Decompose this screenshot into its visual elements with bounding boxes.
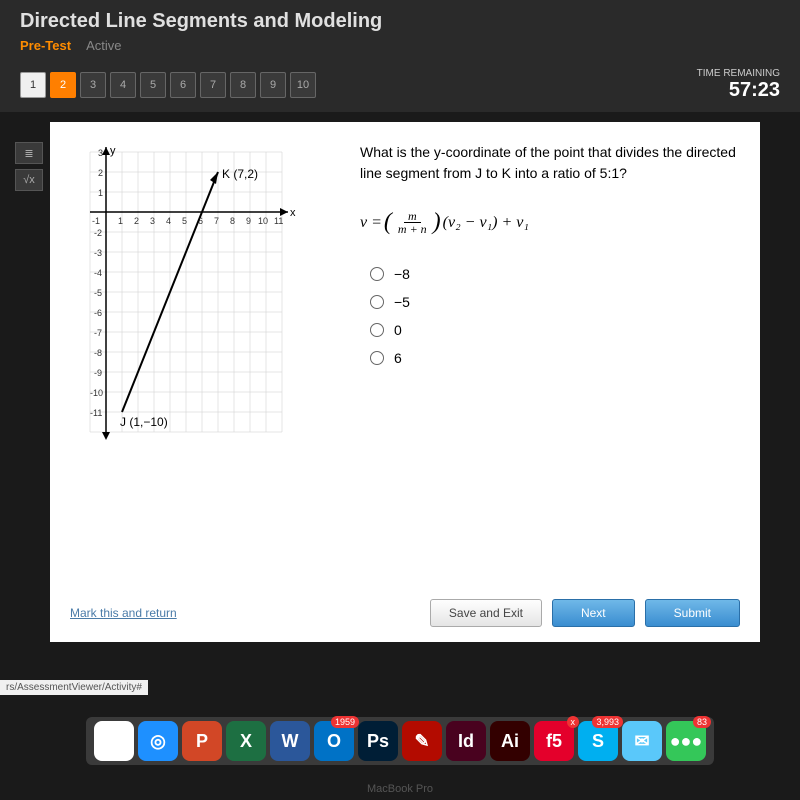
dock-icon-mail[interactable]: ✉ (622, 721, 662, 761)
badge: 3,993 (592, 716, 623, 728)
svg-text:4: 4 (166, 216, 171, 226)
question-nav: 1 2 3 4 5 6 7 8 9 10 (20, 72, 316, 98)
dock-icon-excel[interactable]: X (226, 721, 266, 761)
save-exit-button[interactable]: Save and Exit (430, 599, 542, 627)
option-a[interactable]: −8 (370, 266, 740, 282)
svg-text:-10: -10 (90, 388, 103, 398)
svg-text:-2: -2 (94, 228, 102, 238)
dock-icon-indesign[interactable]: Id (446, 721, 486, 761)
svg-text:2: 2 (134, 216, 139, 226)
svg-text:-9: -9 (94, 368, 102, 378)
option-b[interactable]: −5 (370, 294, 740, 310)
svg-text:-7: -7 (94, 328, 102, 338)
dock-icon-safari[interactable]: ◎ (138, 721, 178, 761)
option-text: 6 (394, 350, 402, 366)
formula-rest: (v₂ − v₁) + v₁ (443, 214, 529, 232)
time-value: 57:23 (697, 79, 780, 102)
answer-options: −8 −5 0 6 (370, 266, 740, 366)
svg-text:-8: -8 (94, 348, 102, 358)
qnum-3[interactable]: 3 (80, 72, 106, 98)
qnum-9[interactable]: 9 (260, 72, 286, 98)
svg-text:3: 3 (98, 148, 103, 158)
tool-sqrt-icon[interactable]: √x (15, 169, 43, 191)
svg-text:-6: -6 (94, 308, 102, 318)
svg-text:x: x (290, 207, 296, 219)
formula: v = ( m m + n ) (v₂ − v₁) + v₁ (360, 209, 740, 236)
dock-icon-powerpoint[interactable]: P (182, 721, 222, 761)
radio-icon (370, 267, 384, 281)
qnum-8[interactable]: 8 (230, 72, 256, 98)
qnum-1[interactable]: 1 (20, 72, 46, 98)
dock-icon-messages[interactable]: ●●●83 (666, 721, 706, 761)
radio-icon (370, 323, 384, 337)
dock-icon-illustrator[interactable]: Ai (490, 721, 530, 761)
svg-text:10: 10 (258, 216, 268, 226)
option-text: −8 (394, 266, 410, 282)
question-text: What is the y-coordinate of the point th… (360, 142, 740, 184)
qnum-5[interactable]: 5 (140, 72, 166, 98)
radio-icon (370, 295, 384, 309)
svg-text:-1: -1 (92, 216, 100, 226)
badge: x (567, 716, 580, 728)
dock-icon-word[interactable]: W (270, 721, 310, 761)
svg-text:K (7,2): K (7,2) (222, 167, 258, 181)
next-button[interactable]: Next (552, 599, 635, 627)
svg-text:1: 1 (98, 188, 103, 198)
svg-text:-5: -5 (94, 288, 102, 298)
dock-icon-outlook[interactable]: O1959 (314, 721, 354, 761)
svg-text:9: 9 (246, 216, 251, 226)
svg-text:11: 11 (274, 216, 283, 226)
option-d[interactable]: 6 (370, 350, 740, 366)
option-text: −5 (394, 294, 410, 310)
graph-panel: y x 321 -112 345 678 91011 -2-3-4 -5-6-7… (70, 142, 330, 622)
tab-active[interactable]: Active (86, 38, 121, 53)
url-tooltip: rs/AssessmentViewer/Activity# (0, 680, 148, 695)
laptop-label: MacBook Pro (0, 783, 800, 795)
svg-text:3: 3 (150, 216, 155, 226)
formula-den: m + n (394, 223, 431, 235)
dock-icon-photoshop[interactable]: Ps (358, 721, 398, 761)
option-c[interactable]: 0 (370, 322, 740, 338)
dock-icon-chrome[interactable]: ◉ (94, 721, 134, 761)
qnum-4[interactable]: 4 (110, 72, 136, 98)
qnum-10[interactable]: 10 (290, 72, 316, 98)
time-label: TIME REMAINING (697, 68, 780, 79)
svg-text:1: 1 (118, 216, 123, 226)
qnum-6[interactable]: 6 (170, 72, 196, 98)
coordinate-graph: y x 321 -112 345 678 91011 -2-3-4 -5-6-7… (70, 142, 310, 442)
submit-button[interactable]: Submit (645, 599, 740, 627)
svg-text:y: y (110, 145, 116, 157)
svg-text:-11: -11 (90, 408, 102, 418)
svg-text:5: 5 (182, 216, 187, 226)
badge: 1959 (331, 716, 359, 728)
content-area: ≣ √x (50, 122, 760, 642)
svg-text:-3: -3 (94, 248, 102, 258)
page-title: Directed Line Segments and Modeling (20, 10, 780, 33)
mark-return-link[interactable]: Mark this and return (70, 606, 177, 620)
qnum-7[interactable]: 7 (200, 72, 226, 98)
svg-text:7: 7 (214, 216, 219, 226)
option-text: 0 (394, 322, 402, 338)
svg-text:8: 8 (230, 216, 235, 226)
qnum-2[interactable]: 2 (50, 72, 76, 98)
svg-text:J (1,−10): J (1,−10) (120, 415, 168, 429)
radio-icon (370, 351, 384, 365)
badge: 83 (693, 716, 711, 728)
svg-text:-4: -4 (94, 268, 102, 278)
dock-icon-acrobat[interactable]: ✎ (402, 721, 442, 761)
tool-list-icon[interactable]: ≣ (15, 142, 43, 164)
svg-text:2: 2 (98, 168, 103, 178)
tab-pretest[interactable]: Pre-Test (20, 38, 71, 53)
formula-lhs: v = (360, 214, 382, 232)
dock-icon-f5[interactable]: f5x (534, 721, 574, 761)
dock-icon-skype[interactable]: S3,993 (578, 721, 618, 761)
macos-dock: ◉◎PXWO1959Ps✎IdAif5xS3,993✉●●●83 (86, 717, 714, 765)
time-remaining: TIME REMAINING 57:23 (697, 68, 780, 102)
